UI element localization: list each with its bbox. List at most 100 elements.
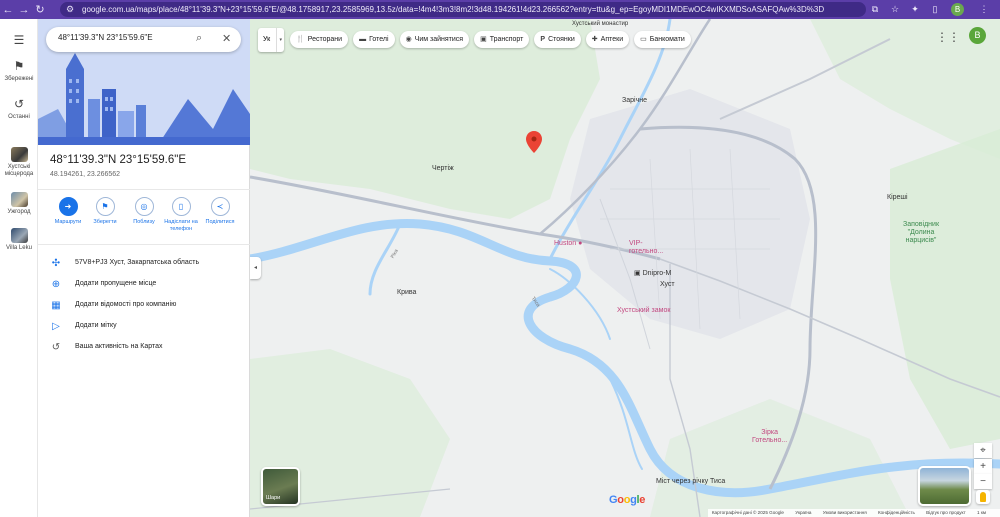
pegman-icon[interactable] [976,490,990,504]
recent-label: Останні [8,114,30,120]
map-label-chertizh[interactable]: Чертіж [432,165,454,172]
zoom-in-button[interactable]: + [974,459,992,474]
sidebar-icon[interactable]: ▯ [927,4,943,15]
zoom-out-button[interactable]: − [974,474,992,489]
plus-code-row[interactable]: ✣ 57V8+PJ3 Хуст, Закарпатська область [38,254,250,275]
layers-button[interactable]: Шари [261,467,300,506]
menu-button[interactable]: ☰ [0,33,38,50]
add-business-row[interactable]: ▦ Додати відомості про компанію [38,296,250,317]
directions-button[interactable]: ➜ Маршрути [49,197,87,226]
send-to-phone-button[interactable]: ▯ Надіслати на телефон [162,197,200,233]
reload-icon[interactable]: ↻ [32,0,48,19]
my-location-button[interactable]: ⌖ [974,443,992,458]
map-label-narcissus-valley[interactable]: Заповідник "Долина нарцисів" [903,221,939,245]
history-icon: ↺ [51,342,61,353]
language-label: Ук [263,36,271,43]
google-apps-icon[interactable]: ⋮⋮ [936,30,960,44]
divider [38,189,250,190]
add-location-icon: ⊕ [51,279,61,290]
plus-code-icon: ✣ [51,258,61,269]
install-app-icon[interactable]: ⧉ [867,4,883,15]
business-icon: ▦ [51,300,61,311]
add-missing-place-text: Додати пропущене місце [75,280,157,287]
share-button[interactable]: ≺ Поділитися [201,197,239,226]
forward-icon[interactable]: → [16,0,32,19]
add-label-row[interactable]: ▷ Додати мітку [38,317,250,338]
bookmark-star-icon[interactable]: ☆ [887,4,903,15]
chip-hotels[interactable]: ▬ Готелі [353,31,395,48]
search-icon[interactable]: ⌕ [196,32,202,45]
scale-bar[interactable]: 1 км [977,510,986,515]
add-missing-place-row[interactable]: ⊕ Додати пропущене місце [38,275,250,296]
chip-label: Чим зайнятися [414,36,464,43]
place-title: 48°11'39.3"N 23°15'59.6"E [50,154,187,166]
poi-label: Huston [554,240,577,247]
recent-button[interactable]: ↺ Останні [0,97,38,120]
bookmark-icon: ⚑ [13,59,25,73]
poi-zirka-hotel[interactable]: Зірка Готельно... [752,429,787,445]
terms-link[interactable]: Умови використання [823,510,867,515]
chip-label: Банкомати [649,36,685,43]
place-decimal-coordinates: 48.194261, 23.266562 [50,171,121,178]
saved-button[interactable]: ⚑ Збережені [0,59,38,82]
back-icon[interactable]: ← [0,0,16,19]
language-selector[interactable]: Ук ▾ [258,28,284,52]
close-icon[interactable]: ✕ [222,32,231,45]
nearby-icon: ◎ [134,197,154,216]
attribution-country[interactable]: Україна [795,510,811,515]
chip-transit[interactable]: ▣ Транспорт [474,31,530,48]
save-label: Зберегти [93,219,117,225]
feedback-link[interactable]: Відгук про продукт [926,510,966,515]
recent-place-1[interactable]: Ужгород [0,192,38,215]
map-canvas[interactable]: Ук ▾ 🍴 Ресторани ▬ Готелі ◉ Чим зайнятися ▣… [250,19,1000,517]
chip-parking[interactable]: P Стоянки [534,31,581,48]
map-label-kryva[interactable]: Крива [397,289,416,296]
chip-things-to-do[interactable]: ◉ Чим зайнятися [399,31,470,48]
map-label-tysa-bridge[interactable]: Міст через річку Тиса [656,478,725,485]
poi-dnipro-m[interactable]: ▣ Dnipro-M [634,269,671,277]
browser-menu-icon[interactable]: ⋮ [976,4,992,15]
recent-place-label: Хустські місцерода [4,164,34,177]
search-box[interactable]: ⌕ ✕ [46,27,241,52]
share-label: Поділитися [205,219,235,225]
google-logo: Google [609,494,646,506]
chevron-down-icon: ▾ [276,28,282,52]
left-rail: ☰ ⚑ Збережені ↺ Останні Хустські місцеро… [0,19,38,517]
map-label-kireshi[interactable]: Кіреші [887,194,908,201]
attribution-data: Картографічні дані © 2025 Google [711,510,784,515]
map-label-khust-monastery[interactable]: Хустський монастир [572,21,628,27]
address-bar[interactable]: ⚙ google.com.ua/maps/place/48°11'39.3"N+… [60,2,866,17]
chip-restaurants[interactable]: 🍴 Ресторани [290,31,349,48]
directions-label: Маршрути [54,219,82,225]
label-icon: ▷ [52,321,60,332]
maps-activity-row[interactable]: ↺ Ваша активність на Картах [38,338,250,359]
divider [38,244,250,245]
extensions-icon[interactable]: ✦ [907,4,923,15]
poi-khust-castle[interactable]: Хустський замок [617,307,670,314]
recent-place-2[interactable]: Villa Leku [0,228,38,251]
poi-vip-hotel[interactable]: VIP- готельно... [629,240,663,256]
map-label-zarichne[interactable]: Зарічне [622,97,647,104]
chip-label: Готелі [369,36,389,43]
chip-label: Стоянки [548,36,575,43]
send-to-phone-label: Надіслати на телефон [164,219,198,232]
restaurant-icon: 🍴 [296,36,305,43]
site-info-icon[interactable]: ⚙ [66,2,74,17]
account-avatar[interactable]: B [969,27,986,44]
save-button[interactable]: ⚑ Зберегти [86,197,124,226]
share-icon: ≺ [210,197,230,216]
map-label-khust[interactable]: Хуст [660,281,675,288]
search-input[interactable] [58,33,188,42]
recent-place-label: Villa Leku [6,245,32,251]
chip-pharmacies[interactable]: ✚ Аптеки [585,31,630,48]
chip-atms[interactable]: ▭ Банкомати [634,31,691,48]
privacy-link[interactable]: Конфіденційність [878,510,915,515]
street-view-preview[interactable] [918,466,971,506]
atm-icon: ▭ [640,36,647,43]
transit-icon: ▣ [480,36,487,43]
poi-huston[interactable]: Huston ● [554,240,582,247]
collapse-panel-button[interactable]: ◂ [250,257,261,279]
recent-place-0[interactable]: Хустські місцерода [0,147,38,178]
nearby-button[interactable]: ◎ Поблизу [125,197,163,226]
profile-avatar[interactable]: B [951,3,964,16]
